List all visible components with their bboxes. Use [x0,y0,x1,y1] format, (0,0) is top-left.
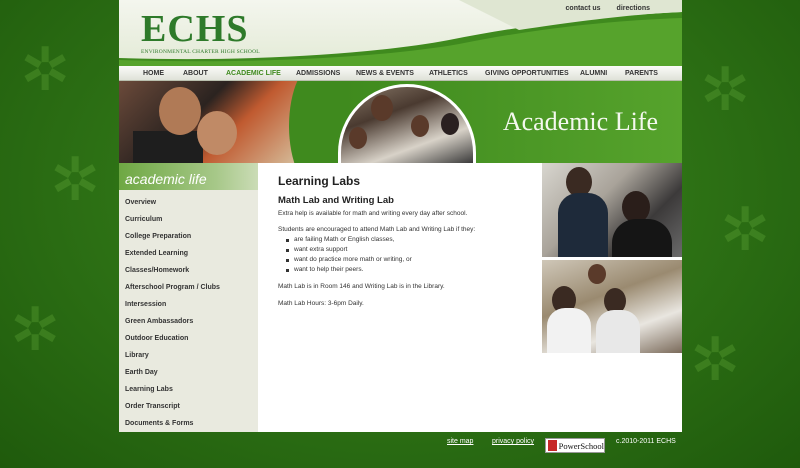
copyright: c.2010-2011 ECHS [616,438,676,445]
main-nav: HOME ABOUT ACADEMIC LIFE ADMISSIONS NEWS… [119,66,682,81]
logo-subtitle: ENVIRONMENTAL CHARTER HIGH SCHOOL [141,49,260,55]
site-container: ECHS ENVIRONMENTAL CHARTER HIGH SCHOOL c… [119,0,682,432]
header: ECHS ENVIRONMENTAL CHARTER HIGH SCHOOL c… [119,0,682,66]
list-item: are failing Math or English classes, [286,235,540,245]
sidebar-item-learning-labs[interactable]: Learning Labs [119,377,258,394]
sidebar-item-extended-learning[interactable]: Extended Learning [119,241,258,258]
main-content: Learning Labs Math Lab and Writing Lab E… [278,163,540,423]
list-item: want extra support [286,245,540,255]
contact-us-link[interactable]: contact us [566,5,601,12]
sidebar-item-afterschool-program[interactable]: Afterschool Program / Clubs [119,275,258,292]
sidebar-item-library[interactable]: Library [119,343,258,360]
nav-news-events[interactable]: NEWS & EVENTS [356,70,414,77]
rooms-text: Math Lab is in Room 146 and Writing Lab … [278,283,445,290]
nav-academic-life[interactable]: ACADEMIC LIFE [226,70,281,77]
leaf-decoration: ✲ [690,326,741,393]
section-title: Math Lab and Writing Lab [278,195,394,206]
sidebar: academic life Overview Curriculum Colleg… [119,163,258,432]
banner-photo-students [119,81,311,163]
sidebar-item-outdoor-education[interactable]: Outdoor Education [119,326,258,343]
sidebar-heading: academic life [119,163,258,190]
nav-admissions[interactable]: ADMISSIONS [296,70,340,77]
top-links: contact us directions [566,5,650,12]
directions-link[interactable]: directions [617,5,650,12]
nav-alumni[interactable]: ALUMNI [580,70,607,77]
powerschool-icon [548,440,557,451]
intro-text: Extra help is available for math and wri… [278,210,468,217]
list-item: want to help their peers. [286,265,540,275]
logo-letters: ECHS [141,8,249,50]
criteria-list: are failing Math or English classes, wan… [286,235,540,275]
nav-giving-opportunities[interactable]: GIVING OPPORTUNITIES [485,70,569,77]
sidebar-menu: Overview Curriculum College Preparation … [119,190,258,428]
page-title: Learning Labs [278,174,361,188]
sidebar-item-order-transcript[interactable]: Order Transcript [119,394,258,411]
leaf-decoration: ✲ [20,36,71,103]
encourage-text: Students are encouraged to attend Math L… [278,226,476,233]
photo-study-group [542,260,682,353]
leaf-decoration: ✲ [700,56,751,123]
sidebar-item-documents-forms[interactable]: Documents & Forms [119,411,258,428]
nav-about[interactable]: ABOUT [183,70,208,77]
footer: site map privacy policy PowerSchool c.20… [119,432,682,468]
sidebar-item-overview[interactable]: Overview [119,190,258,207]
sidebar-item-green-ambassadors[interactable]: Green Ambassadors [119,309,258,326]
powerschool-link[interactable]: PowerSchool [545,438,605,453]
sidebar-item-earth-day[interactable]: Earth Day [119,360,258,377]
page: { "header": { "logo_letters": "ECHS", "l… [0,0,800,468]
side-photos [542,163,682,353]
list-item: want do practice more math or writing, o… [286,255,540,265]
sidebar-item-college-preparation[interactable]: College Preparation [119,224,258,241]
photo-tutoring [542,163,682,257]
hours-text: Math Lab Hours: 3-6pm Daily. [278,300,364,307]
school-logo[interactable]: ECHS ENVIRONMENTAL CHARTER HIGH SCHOOL [141,10,261,55]
banner: Academic Life [119,81,682,163]
powerschool-label: PowerSchool [558,440,604,451]
nav-home[interactable]: HOME [143,70,164,77]
site-map-link[interactable]: site map [447,438,473,445]
leaf-decoration: ✲ [50,146,101,213]
nav-parents[interactable]: PARENTS [625,70,658,77]
sidebar-item-classes-homework[interactable]: Classes/Homework [119,258,258,275]
privacy-policy-link[interactable]: privacy policy [492,438,534,445]
sidebar-item-curriculum[interactable]: Curriculum [119,207,258,224]
nav-athletics[interactable]: ATHLETICS [429,70,468,77]
leaf-decoration: ✲ [10,296,61,363]
banner-title: Academic Life [502,107,658,136]
sidebar-item-intersession[interactable]: Intersession [119,292,258,309]
banner-photo-classroom [338,84,476,163]
leaf-decoration: ✲ [720,196,771,263]
